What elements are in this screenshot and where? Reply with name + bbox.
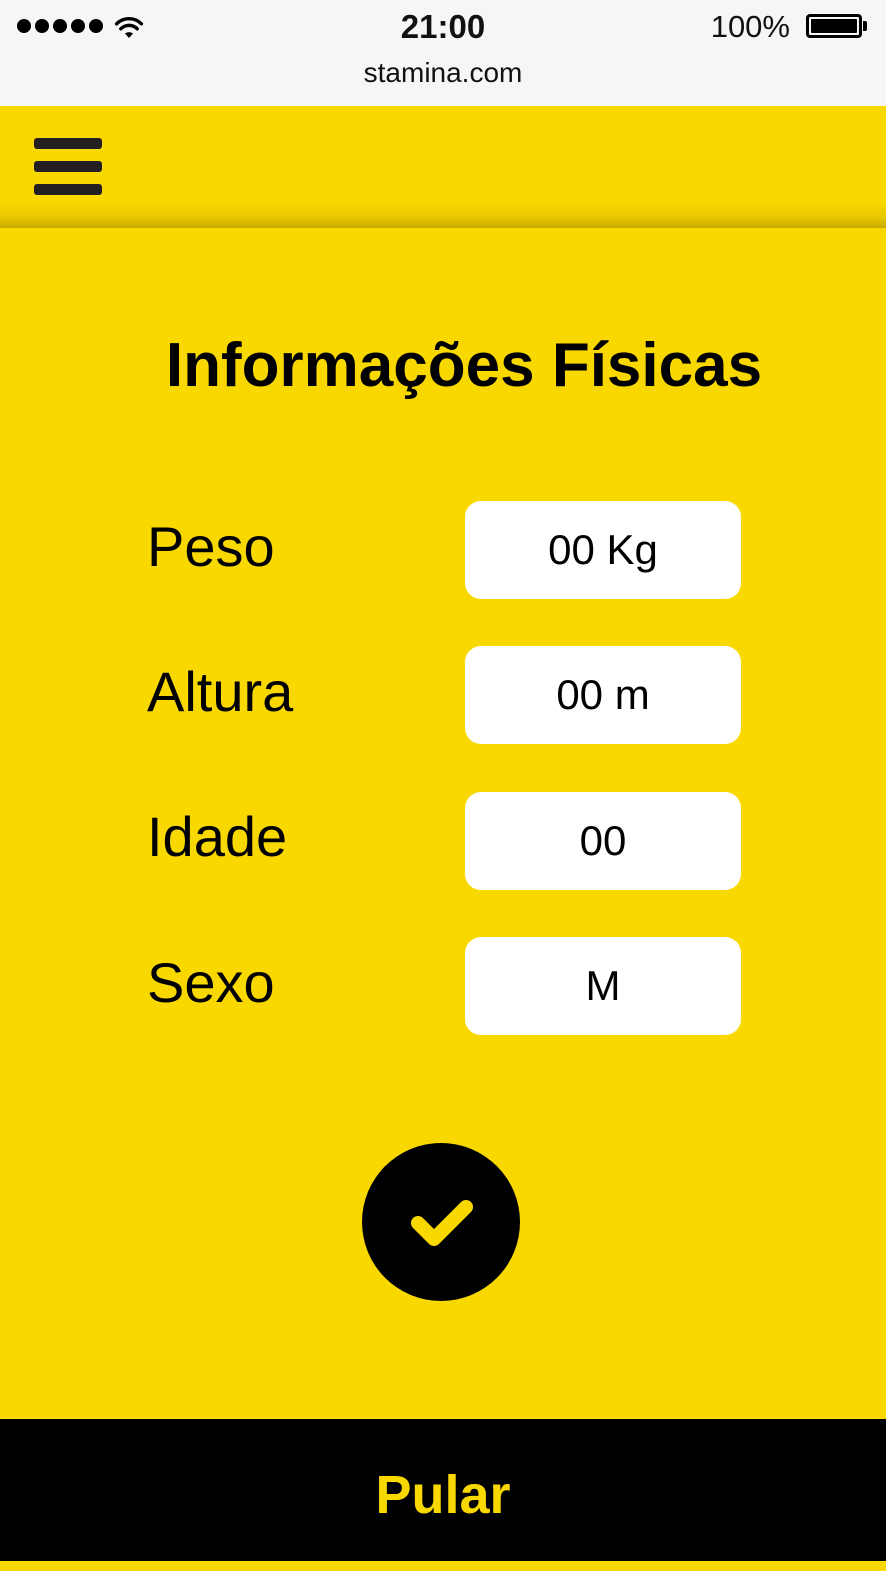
age-field[interactable]: 00 (465, 792, 741, 890)
app-header (0, 106, 886, 228)
height-label: Altura (147, 660, 294, 723)
weight-label: Peso (147, 515, 275, 578)
address-bar-url[interactable]: stamina.com (0, 57, 886, 89)
browser-status-bar: 21:00 stamina.com 100% (0, 0, 886, 106)
weight-field[interactable]: 00 Kg (465, 501, 741, 599)
battery-icon (806, 14, 862, 38)
age-label: Idade (147, 805, 288, 868)
page-title: Informações Físicas (165, 331, 763, 400)
checkmark-icon (411, 1200, 473, 1246)
skip-button[interactable]: Pular (0, 1419, 886, 1561)
confirm-button[interactable] (362, 1143, 520, 1301)
hamburger-menu-icon[interactable] (34, 138, 102, 196)
sex-label: Sexo (147, 951, 275, 1014)
battery-percentage: 100% (710, 9, 790, 44)
battery-tip (863, 21, 867, 31)
skip-button-label: Pular (375, 1465, 511, 1525)
height-field[interactable]: 00 m (465, 646, 741, 744)
sex-field[interactable]: M (465, 937, 741, 1035)
